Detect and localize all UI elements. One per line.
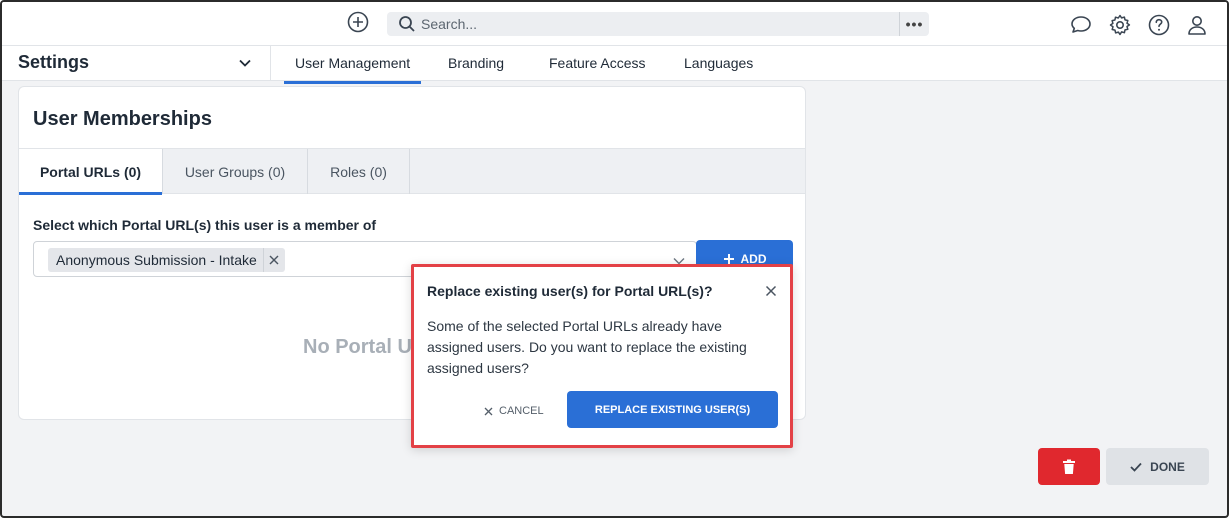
tab-roles[interactable]: Roles (0) [308,149,410,194]
divider [270,46,271,81]
card-title: User Memberships [33,108,212,130]
close-icon[interactable] [764,284,778,298]
empty-state-text: No Portal U [303,336,412,358]
cancel-button-label: CANCEL [499,405,544,417]
trash-icon [1063,459,1075,474]
check-icon [1130,462,1142,472]
membership-tabs: Portal URLs (0) User Groups (0) Roles (0… [19,148,805,195]
portal-select-label: Select which Portal URL(s) this user is … [33,217,377,233]
tab-portal-urls[interactable]: Portal URLs (0) [19,149,163,195]
remove-chip-button[interactable] [262,248,285,272]
user-profile-icon[interactable] [1185,13,1209,37]
done-button[interactable]: DONE [1106,448,1209,485]
top-bar: ••• [2,2,1227,46]
tab-feature-access[interactable]: Feature Access [549,55,646,71]
dialog-title: Replace existing user(s) for Portal URL(… [427,283,713,299]
add-circle-icon[interactable] [347,11,369,33]
done-button-label: DONE [1150,459,1185,474]
close-icon [269,255,279,265]
cancel-button[interactable]: CANCEL [484,401,544,421]
gear-icon[interactable] [1108,13,1132,37]
tab-branding[interactable]: Branding [448,55,504,71]
search-input[interactable] [421,14,891,34]
app-window: ••• Settings User Management Branding Fe… [0,0,1229,518]
search-options-button[interactable]: ••• [899,12,929,36]
chip-label: Anonymous Submission - Intake [56,252,257,268]
settings-nav: Settings User Management Branding Featur… [2,46,1227,84]
close-icon [484,407,493,415]
tab-languages[interactable]: Languages [684,55,753,71]
replace-users-dialog: Replace existing user(s) for Portal URL(… [411,264,793,448]
replace-existing-users-button[interactable]: REPLACE EXISTING USER(S) [567,391,778,428]
settings-title: Settings [18,52,90,72]
tab-user-management[interactable]: User Management [283,55,422,84]
delete-button[interactable] [1038,448,1100,485]
dialog-message: Some of the selected Portal URLs already… [427,318,747,376]
tab-user-groups[interactable]: User Groups (0) [163,149,308,194]
selected-chip: Anonymous Submission - Intake [48,248,285,272]
help-icon[interactable] [1147,13,1171,37]
chevron-down-icon[interactable] [237,55,253,71]
search-icon [399,16,415,32]
chat-icon[interactable] [1069,13,1093,37]
search-bar[interactable]: ••• [387,12,929,36]
